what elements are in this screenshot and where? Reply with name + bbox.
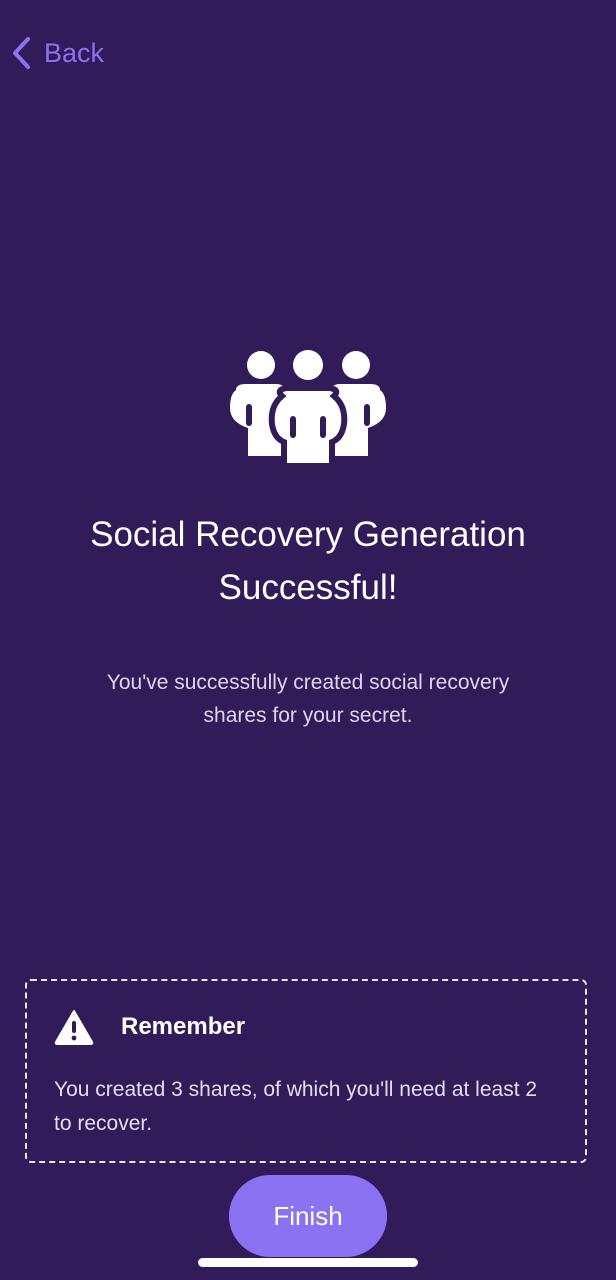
group-people-icon bbox=[230, 350, 386, 466]
chevron-left-icon bbox=[13, 37, 30, 69]
notice-body: You created 3 shares, of which you'll ne… bbox=[54, 1078, 538, 1135]
page-title: Social Recovery Generation Successful! bbox=[90, 515, 526, 607]
page-subtitle: You've successfully created social recov… bbox=[106, 671, 510, 727]
back-label: Back bbox=[44, 37, 105, 68]
back-button[interactable]: Back bbox=[10, 36, 104, 70]
warning-icon bbox=[54, 1010, 94, 1045]
finish-button[interactable]: Finish bbox=[229, 1175, 387, 1257]
home-indicator bbox=[198, 1258, 418, 1267]
notice-title: Remember bbox=[121, 1013, 246, 1040]
remember-notice: Remember You created 3 shares, of which … bbox=[25, 979, 587, 1163]
